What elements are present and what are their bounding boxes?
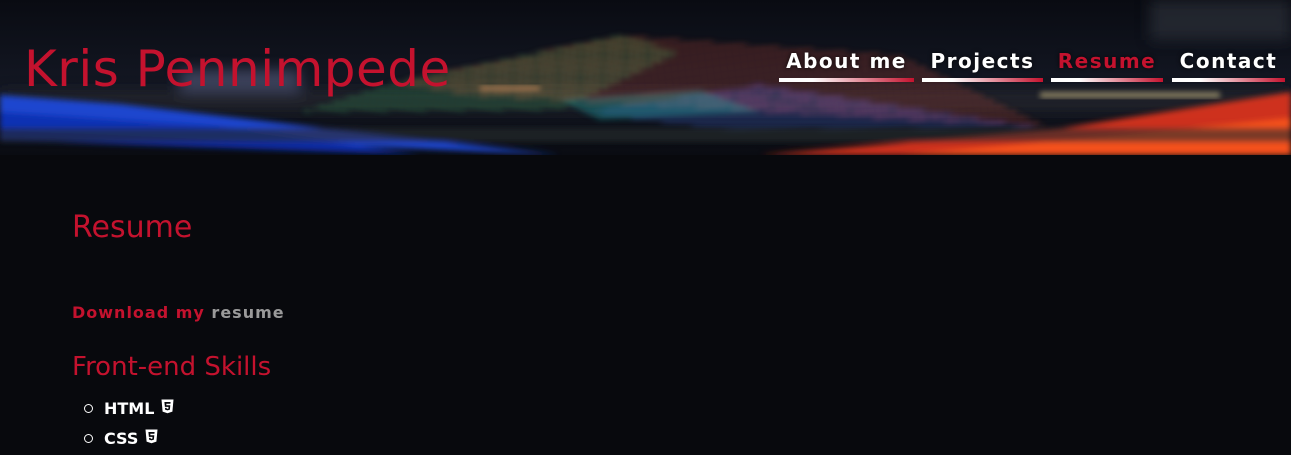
skills-list: HTML CSS [84, 393, 174, 453]
nav-contact[interactable]: Contact [1172, 44, 1285, 82]
skill-label: CSS [104, 428, 139, 448]
download-text: Download my [72, 303, 205, 322]
bullet-icon [84, 403, 93, 413]
skill-item-html: HTML [84, 393, 174, 423]
html5-icon [161, 399, 174, 418]
nav-underline [779, 78, 914, 82]
nav-underline [1051, 78, 1163, 82]
resume-download-link[interactable]: resume [211, 303, 284, 322]
resume-download: Download my resume [72, 302, 285, 324]
nav-underline [922, 78, 1043, 82]
nav-about-me-label: About me [786, 49, 907, 73]
nav-projects-label: Projects [930, 49, 1035, 73]
site-title[interactable]: Kris Pennimpede [24, 36, 451, 102]
front-end-skills-heading: Front-end Skills [72, 352, 272, 382]
page-title: Resume [72, 210, 193, 245]
css3-icon [145, 429, 158, 448]
nav-projects[interactable]: Projects [922, 44, 1043, 82]
nav-underline [1172, 78, 1285, 82]
bullet-icon [84, 433, 93, 443]
nav-resume-label: Resume [1057, 49, 1157, 73]
nav-about-me[interactable]: About me [779, 44, 914, 82]
nav-contact-label: Contact [1179, 49, 1278, 73]
skill-label: HTML [104, 398, 155, 418]
site-header: Kris Pennimpede About me Projects Resume… [0, 0, 1291, 155]
nav-resume[interactable]: Resume [1051, 44, 1163, 82]
skill-item-css: CSS [84, 423, 174, 453]
